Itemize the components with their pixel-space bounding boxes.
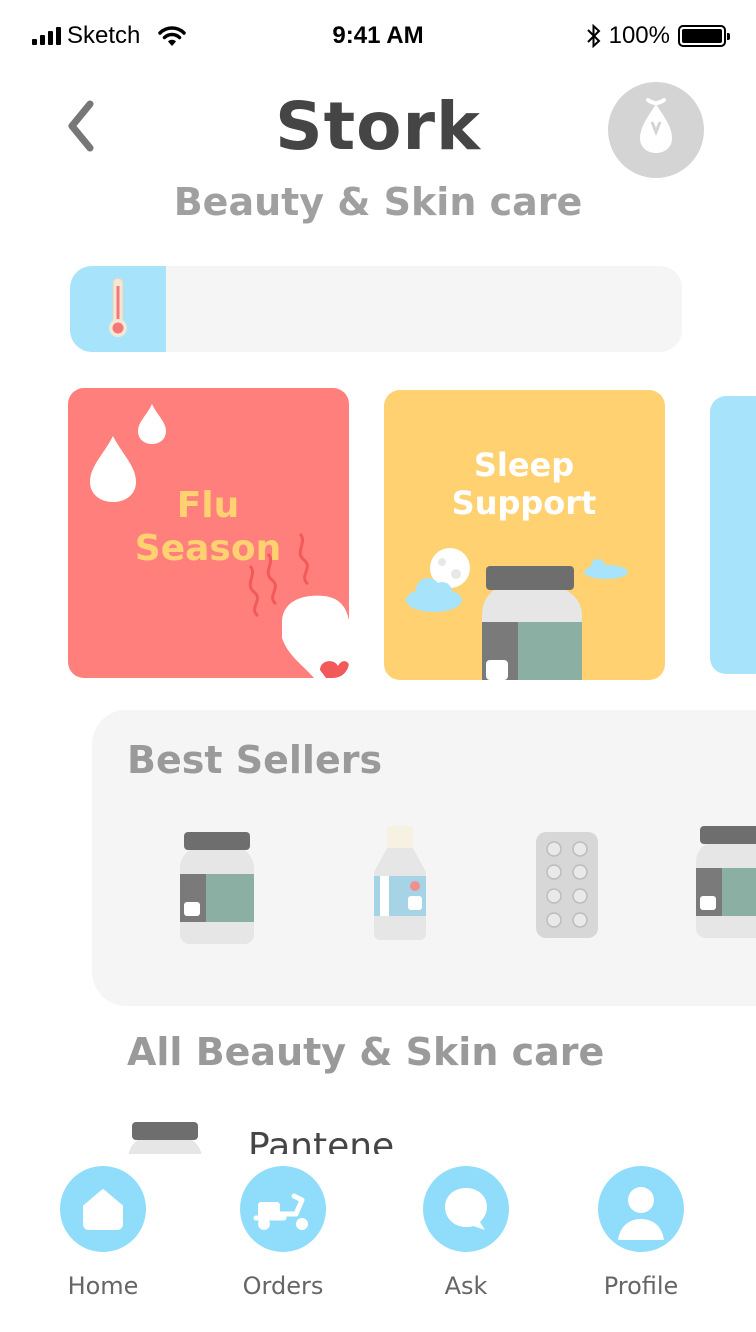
- search-bar[interactable]: [70, 266, 682, 352]
- all-products-title: All Beauty & Skin care: [127, 1030, 605, 1074]
- nav-label: Ask: [444, 1272, 488, 1300]
- product-bottle-icon[interactable]: [372, 826, 430, 942]
- nav-orders[interactable]: Orders: [213, 1166, 353, 1300]
- nav-label: Home: [67, 1272, 139, 1300]
- profile-icon: [618, 1187, 664, 1240]
- product-jar-icon[interactable]: [178, 830, 258, 946]
- home-icon: [83, 1189, 123, 1230]
- moon-cloud-bottle-illustration: [406, 548, 628, 680]
- nav-home-button[interactable]: [60, 1166, 146, 1252]
- product-jar-icon-partial[interactable]: [694, 824, 756, 940]
- bottom-nav: Home Orders Ask Profile: [0, 1154, 756, 1332]
- nav-ask[interactable]: Ask: [396, 1166, 536, 1300]
- product-name: Pantene: [248, 1126, 395, 1154]
- search-input[interactable]: [180, 266, 670, 352]
- bluetooth-icon: [586, 24, 601, 48]
- thermometer-icon: [109, 277, 127, 337]
- nav-ask-button[interactable]: [423, 1166, 509, 1252]
- nav-home[interactable]: Home: [33, 1166, 173, 1300]
- battery-percent: 100%: [608, 22, 670, 49]
- battery-icon: [678, 25, 730, 47]
- nav-orders-button[interactable]: [240, 1166, 326, 1252]
- product-pill-blister-icon[interactable]: [536, 832, 600, 940]
- page-subtitle: Beauty & Skin care: [173, 180, 583, 224]
- chat-bubble-icon: [445, 1188, 487, 1230]
- category-label: Flu Season: [118, 484, 298, 570]
- nav-label: Orders: [242, 1272, 324, 1300]
- category-label-line2: Season: [134, 528, 282, 570]
- thermometer-tab: [70, 266, 166, 352]
- list-item[interactable]: Pantene: [0, 1110, 756, 1154]
- best-sellers-title: Best Sellers: [127, 738, 383, 782]
- category-label-line1: Flu: [176, 485, 240, 526]
- scooter-icon: [253, 1193, 308, 1230]
- category-card-sleep-support[interactable]: Sleep Support: [384, 390, 665, 680]
- status-right: 100%: [586, 22, 730, 50]
- nav-label: Profile: [603, 1272, 679, 1300]
- nav-profile-button[interactable]: [598, 1166, 684, 1252]
- nav-profile[interactable]: Profile: [571, 1166, 711, 1300]
- bundle-icon: [640, 98, 672, 153]
- category-card-partial[interactable]: [710, 396, 756, 674]
- stork-bundle-logo[interactable]: [608, 82, 704, 178]
- status-bar: Sketch 9:41 AM 100%: [0, 0, 756, 72]
- product-jar-thumbnail-icon: [128, 1122, 202, 1154]
- category-card-flu-season[interactable]: Flu Season: [68, 388, 349, 678]
